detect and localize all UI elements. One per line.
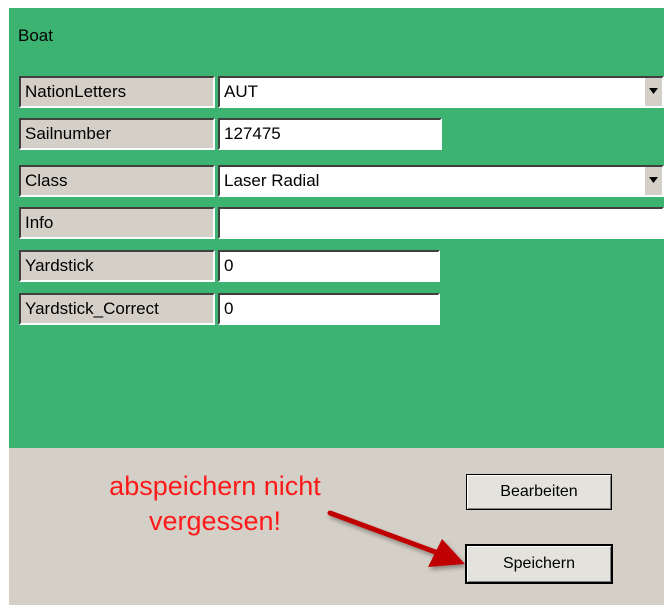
yardstick-input[interactable]: 0: [218, 250, 440, 282]
chevron-down-icon[interactable]: [644, 167, 662, 195]
class-label: Class: [19, 165, 215, 197]
class-value: Laser Radial: [224, 171, 320, 190]
class-dropdown[interactable]: Laser Radial: [218, 165, 664, 197]
nationletters-label: NationLetters: [19, 76, 215, 108]
annotation-line1: abspeichern nicht: [109, 471, 321, 501]
annotation-line2: vergessen!: [148, 506, 282, 536]
panel-title: Boat: [18, 26, 53, 45]
save-button[interactable]: Speichern: [466, 545, 612, 583]
yardstick-correct-label: Yardstick_Correct: [19, 293, 215, 325]
nationletters-value: AUT: [224, 82, 258, 101]
yardstick-correct-input[interactable]: 0: [218, 293, 440, 325]
info-label: Info: [19, 207, 215, 239]
sailnumber-input[interactable]: 127475: [218, 118, 442, 150]
arrow-icon: [327, 510, 465, 567]
edit-button[interactable]: Bearbeiten: [466, 474, 612, 510]
info-input[interactable]: [218, 207, 664, 239]
nationletters-dropdown[interactable]: AUT: [218, 76, 664, 108]
yardstick-label: Yardstick: [19, 250, 215, 282]
sailnumber-label: Sailnumber: [19, 118, 215, 150]
chevron-down-icon[interactable]: [644, 78, 662, 106]
